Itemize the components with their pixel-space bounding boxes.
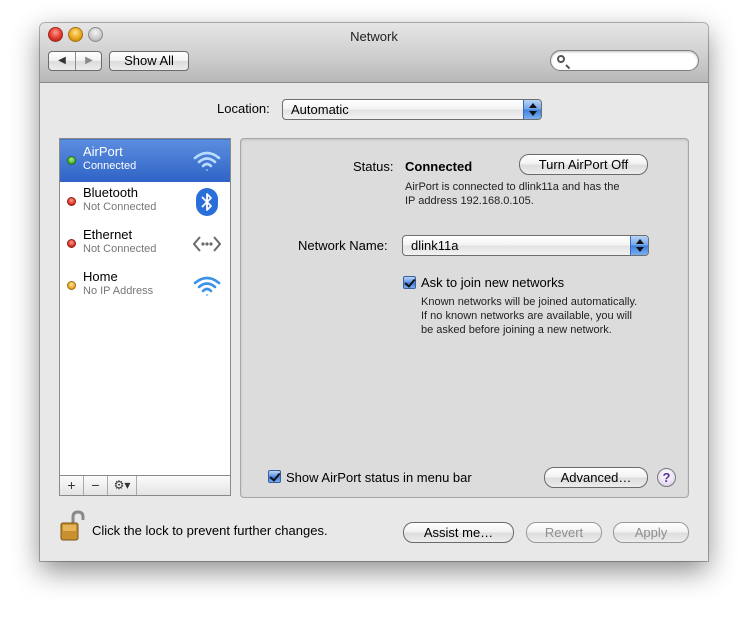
- status-indicator-red: [67, 239, 76, 248]
- back-arrow-icon: ◀: [58, 55, 66, 66]
- status-indicator-yellow: [67, 281, 76, 290]
- search-input[interactable]: [573, 53, 691, 67]
- location-popup[interactable]: Automatic: [282, 99, 542, 120]
- lock-icon[interactable]: [59, 510, 85, 542]
- service-name: AirPort: [83, 144, 123, 159]
- status-description-line-1: AirPort is connected to dlink11a and has…: [405, 181, 620, 193]
- location-value: Automatic: [291, 102, 349, 117]
- show-status-menu-bar-checkbox[interactable]: [268, 470, 281, 483]
- apply-button[interactable]: Apply: [613, 522, 689, 543]
- wifi-icon: [193, 276, 221, 296]
- forward-button[interactable]: ▶: [76, 52, 101, 70]
- bluetooth-icon: [196, 188, 218, 216]
- ask-to-join-description-line-2: If no known networks are available, you …: [421, 310, 632, 322]
- status-indicator-green: [67, 156, 76, 165]
- location-label: Location:: [217, 101, 270, 116]
- ask-to-join-checkbox[interactable]: [403, 276, 416, 289]
- service-status: Not Connected: [83, 201, 157, 213]
- service-item-airport[interactable]: AirPort Connected: [60, 139, 230, 182]
- service-status: Connected: [83, 160, 137, 172]
- status-value: Connected: [405, 159, 473, 174]
- status-indicator-red: [67, 197, 76, 206]
- service-list: AirPort Connected Bluetooth Not Connecte…: [59, 138, 231, 476]
- network-preferences-window: Network ◀ ▶ Show All Location: Automatic…: [40, 23, 708, 561]
- search-field[interactable]: [550, 50, 699, 71]
- show-status-menu-bar-label: Show AirPort status in menu bar: [286, 470, 472, 485]
- ask-to-join-description-line-3: be asked before joining a new network.: [421, 324, 612, 336]
- ethernet-icon: [192, 236, 222, 252]
- revert-button[interactable]: Revert: [526, 522, 602, 543]
- forward-arrow-icon: ▶: [85, 55, 93, 66]
- wifi-icon: [193, 151, 221, 171]
- window-title: Network: [350, 29, 398, 44]
- service-status: Not Connected: [83, 243, 157, 255]
- turn-airport-off-button[interactable]: Turn AirPort Off: [519, 154, 648, 175]
- add-service-button[interactable]: +: [60, 476, 84, 495]
- show-all-button[interactable]: Show All: [109, 51, 189, 71]
- lock-message: Click the lock to prevent further change…: [92, 523, 328, 538]
- back-button[interactable]: ◀: [49, 52, 76, 70]
- popup-arrows-icon: [523, 100, 541, 119]
- search-icon: [557, 55, 565, 63]
- service-status: No IP Address: [83, 285, 154, 297]
- service-item-ethernet[interactable]: Ethernet Not Connected: [60, 223, 230, 265]
- status-description-line-2: IP address 192.168.0.105.: [405, 195, 534, 207]
- ask-to-join-description-line-1: Known networks will be joined automatica…: [421, 296, 638, 308]
- title-bar: Network ◀ ▶ Show All: [40, 23, 708, 83]
- status-label: Status:: [353, 159, 394, 174]
- service-item-bluetooth[interactable]: Bluetooth Not Connected: [60, 181, 230, 223]
- back-forward-buttons: ◀ ▶: [48, 51, 102, 71]
- service-item-home[interactable]: Home No IP Address: [60, 265, 230, 307]
- service-list-toolbar: + − ⚙▾: [59, 476, 231, 496]
- service-name: Ethernet: [83, 227, 133, 242]
- remove-service-button[interactable]: −: [84, 476, 108, 495]
- service-name: Home: [83, 269, 118, 284]
- popup-arrows-icon: [630, 236, 648, 255]
- assist-me-button[interactable]: Assist me…: [403, 522, 514, 543]
- network-name-value: dlink11a: [411, 238, 459, 253]
- network-name-label: Network Name:: [298, 238, 388, 253]
- ask-to-join-label: Ask to join new networks: [421, 275, 565, 290]
- service-name: Bluetooth: [83, 185, 138, 200]
- gear-menu-button[interactable]: ⚙▾: [108, 476, 137, 495]
- advanced-button[interactable]: Advanced…: [544, 467, 648, 488]
- help-button[interactable]: ?: [657, 468, 676, 487]
- network-name-popup[interactable]: dlink11a: [402, 235, 649, 256]
